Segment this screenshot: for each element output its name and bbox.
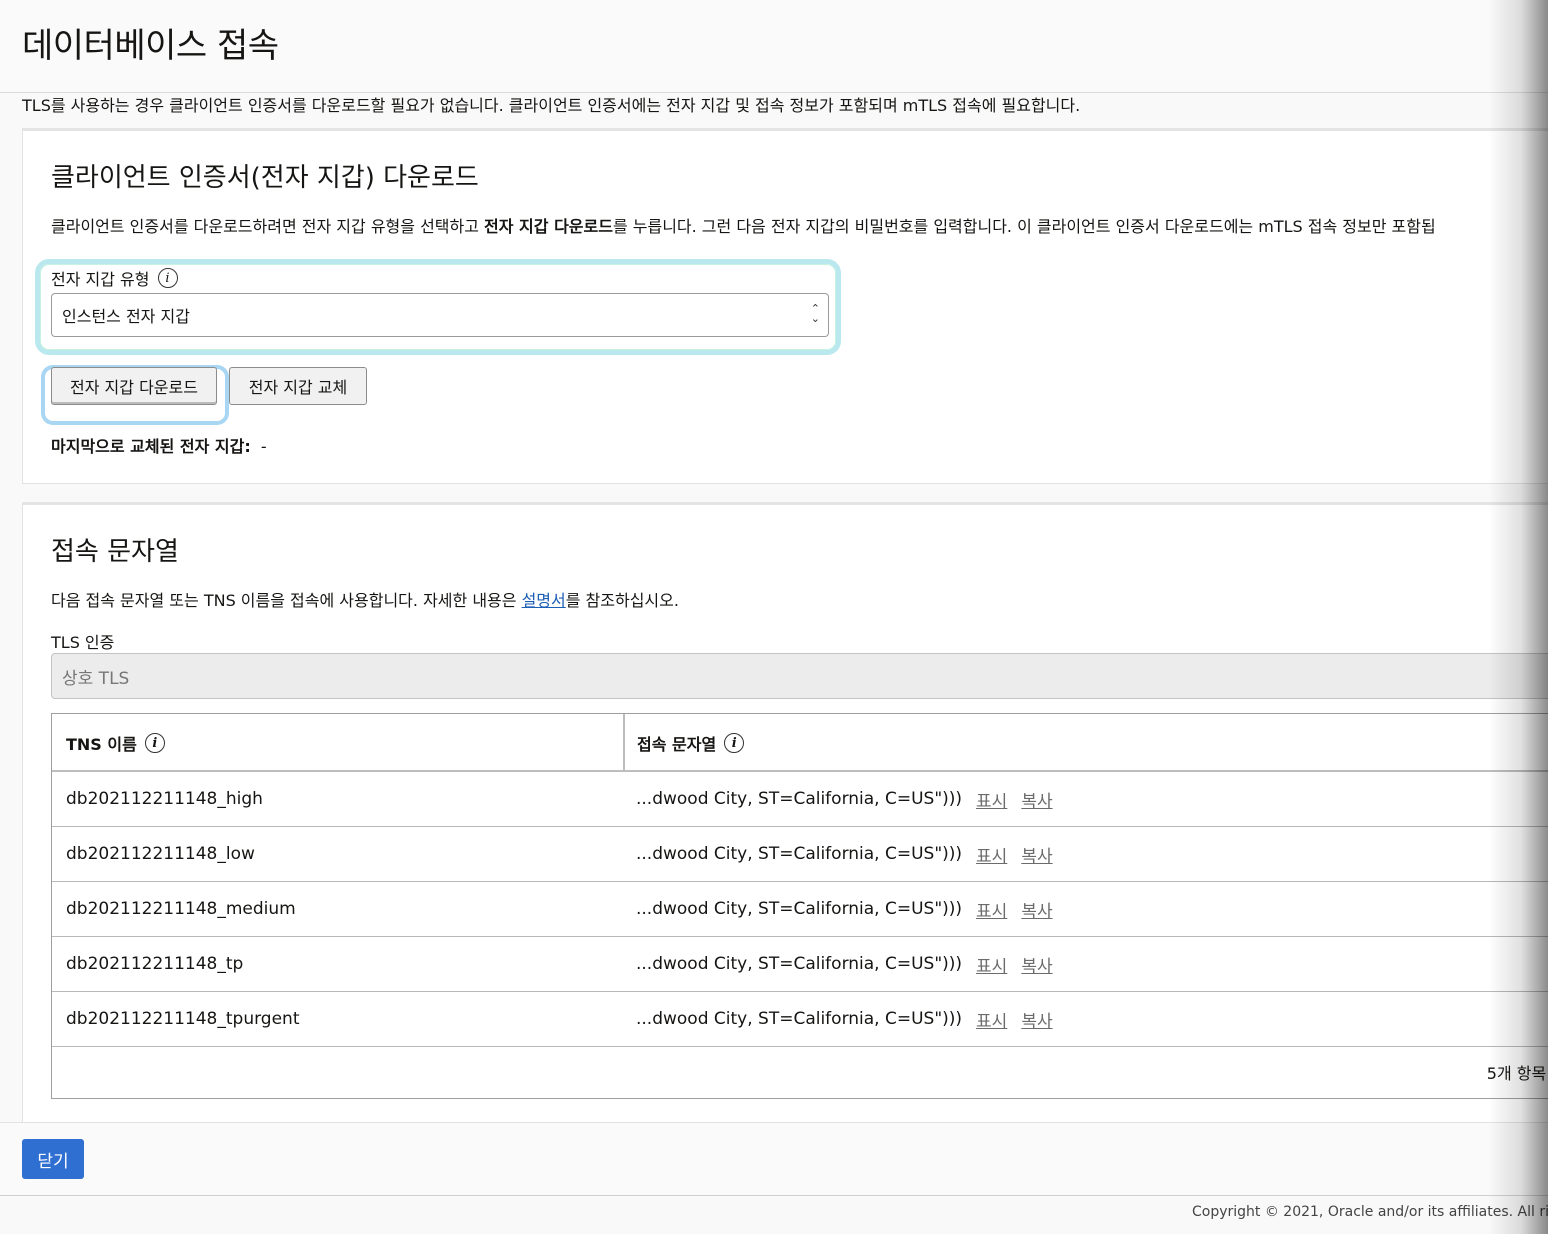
connection-string-text: ...dwood City, ST=California, C=US"))) xyxy=(636,1009,963,1029)
connection-string-text: ...dwood City, ST=California, C=US"))) xyxy=(636,844,963,864)
tns-name-cell: db202112211148_low xyxy=(66,844,255,864)
intro-text: TLS를 사용하는 경우 클라이언트 인증서를 다운로드할 필요가 없습니다. … xyxy=(22,96,1081,115)
last-rotated-info: 마지막으로 교체된 전자 지갑: - xyxy=(51,433,267,457)
wallet-desc-suffix: 를 누릅니다. 그런 다음 전자 지갑의 비밀번호를 입력합니다. 이 클라이언… xyxy=(612,217,1436,236)
connection-string-cell: ...dwood City, ST=California, C=US"))) 표… xyxy=(636,937,1053,991)
info-icon[interactable]: i xyxy=(724,733,745,753)
wallet-desc-prefix: 클라이언트 인증서를 다운로드하려면 전자 지갑 유형을 선택하고 xyxy=(51,217,485,236)
show-link[interactable]: 표시 xyxy=(976,842,1007,867)
copy-link[interactable]: 복사 xyxy=(1021,897,1052,922)
tns-name-cell: db202112211148_tpurgent xyxy=(66,1009,300,1029)
column-header-tns-name-label: TNS 이름 xyxy=(66,735,137,754)
close-button[interactable]: 닫기 xyxy=(22,1139,84,1179)
show-link[interactable]: 표시 xyxy=(976,952,1007,977)
connection-string-text: ...dwood City, ST=California, C=US"))) xyxy=(636,954,963,974)
table-row: db202112211148_tpurgent ...dwood City, S… xyxy=(52,992,1548,1047)
connection-section-title: 접속 문자열 xyxy=(51,537,179,567)
dialog-footer: 닫기 xyxy=(0,1122,1548,1196)
show-link[interactable]: 표시 xyxy=(976,1007,1007,1032)
connection-string-cell: ...dwood City, ST=California, C=US"))) 표… xyxy=(636,992,1053,1046)
wallet-type-label: 전자 지갑 유형 i xyxy=(51,266,178,290)
last-rotated-label: 마지막으로 교체된 전자 지갑: xyxy=(51,437,251,456)
column-divider xyxy=(623,714,625,772)
tls-auth-value: 상호 TLS xyxy=(62,668,130,689)
column-header-connection-string[interactable]: 접속 문자열 i xyxy=(637,714,745,772)
copy-link[interactable]: 복사 xyxy=(1021,842,1052,867)
wallet-type-selected-value: 인스턴스 전자 지갑 xyxy=(62,307,190,326)
wallet-type-label-text: 전자 지갑 유형 xyxy=(51,270,150,289)
tns-name-cell: db202112211148_medium xyxy=(66,899,296,919)
wallet-desc-bold: 전자 지갑 다운로드 xyxy=(484,217,613,236)
connection-string-cell: ...dwood City, ST=California, C=US"))) 표… xyxy=(636,827,1053,881)
column-header-tns-name[interactable]: TNS 이름 i xyxy=(66,714,165,772)
wallet-section-title: 클라이언트 인증서(전자 지갑) 다운로드 xyxy=(51,163,479,193)
connection-string-cell: ...dwood City, ST=California, C=US"))) 표… xyxy=(636,772,1053,826)
table-item-count: 5개 항목 표 xyxy=(1486,1064,1548,1083)
copy-link[interactable]: 복사 xyxy=(1021,1007,1052,1032)
rotate-wallet-button[interactable]: 전자 지갑 교체 xyxy=(229,367,367,405)
copy-link[interactable]: 복사 xyxy=(1021,952,1052,977)
show-link[interactable]: 표시 xyxy=(976,897,1007,922)
connection-string-text: ...dwood City, ST=California, C=US"))) xyxy=(636,899,963,919)
connection-desc-prefix: 다음 접속 문자열 또는 TNS 이름을 접속에 사용합니다. 자세한 내용은 xyxy=(51,591,522,610)
copy-link[interactable]: 복사 xyxy=(1021,787,1052,812)
table-row: db202112211148_medium ...dwood City, ST=… xyxy=(52,882,1548,937)
chevron-up-down-icon: ⌃ ⌄ xyxy=(810,302,820,325)
connection-strings-panel: 접속 문자열 다음 접속 문자열 또는 TNS 이름을 접속에 사용합니다. 자… xyxy=(22,502,1548,1126)
tls-auth-label: TLS 인증 xyxy=(51,633,115,652)
connection-strings-table: TNS 이름 i 접속 문자열 i db202112211148_high ..… xyxy=(51,713,1548,1099)
page-title: 데이터베이스 접속 xyxy=(22,26,279,66)
connection-string-text: ...dwood City, ST=California, C=US"))) xyxy=(636,789,963,809)
table-row: db202112211148_low ...dwood City, ST=Cal… xyxy=(52,827,1548,882)
tns-name-cell: db202112211148_high xyxy=(66,789,263,809)
column-header-connection-string-label: 접속 문자열 xyxy=(637,735,717,754)
table-header: TNS 이름 i 접속 문자열 i xyxy=(52,714,1548,772)
tls-auth-field: 상호 TLS xyxy=(51,653,1548,699)
copyright-text: Copyright © 2021, Oracle and/or its affi… xyxy=(1192,1204,1548,1220)
last-rotated-value: - xyxy=(260,437,267,456)
table-row: db202112211148_tp ...dwood City, ST=Cali… xyxy=(52,937,1548,992)
dialog-header: 데이터베이스 접속 xyxy=(0,0,1548,93)
info-icon[interactable]: i xyxy=(157,268,178,288)
show-link[interactable]: 표시 xyxy=(976,787,1007,812)
info-icon[interactable]: i xyxy=(144,733,165,753)
connection-string-cell: ...dwood City, ST=California, C=US"))) 표… xyxy=(636,882,1053,936)
tns-name-cell: db202112211148_tp xyxy=(66,954,244,974)
wallet-type-select[interactable]: 인스턴스 전자 지갑 ⌃ ⌄ xyxy=(51,293,829,337)
wallet-panel: 클라이언트 인증서(전자 지갑) 다운로드 클라이언트 인증서를 다운로드하려면… xyxy=(22,128,1548,484)
documentation-link[interactable]: 설명서 xyxy=(522,591,566,610)
connection-desc-suffix: 를 참조하십시오. xyxy=(565,591,679,610)
wallet-section-description: 클라이언트 인증서를 다운로드하려면 전자 지갑 유형을 선택하고 전자 지갑 … xyxy=(51,213,1436,237)
table-row: db202112211148_high ...dwood City, ST=Ca… xyxy=(52,772,1548,827)
download-wallet-button[interactable]: 전자 지갑 다운로드 xyxy=(51,367,217,405)
connection-section-description: 다음 접속 문자열 또는 TNS 이름을 접속에 사용합니다. 자세한 내용은 … xyxy=(51,587,679,611)
